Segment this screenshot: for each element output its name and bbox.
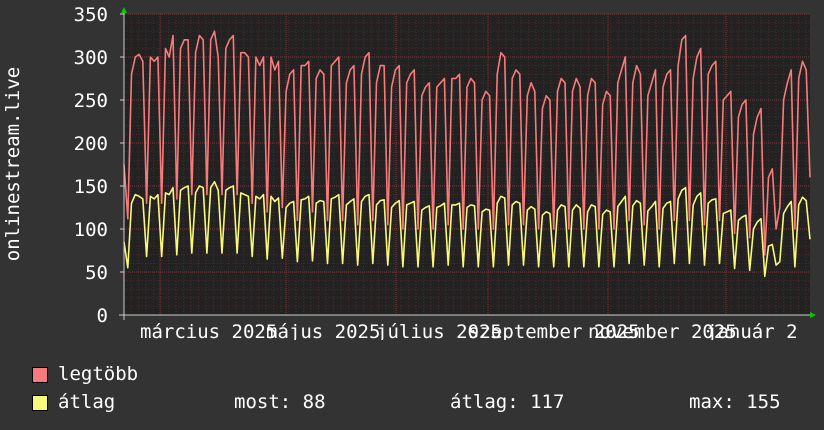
legend-swatch-max <box>32 367 48 383</box>
legend-label-avg: átlag <box>58 391 116 413</box>
legend-swatch-avg <box>32 395 48 411</box>
stat-current: most: 88 <box>234 391 326 413</box>
stat-max: max: 155 <box>689 391 781 413</box>
chart: 0 50 100 150 200 250 300 350 március 2025május … <box>2 4 816 340</box>
plot-area <box>124 14 810 315</box>
y-axis-arrow-icon <box>121 7 127 13</box>
y-tick-label: 150 <box>74 176 108 198</box>
y-tick-label: 300 <box>74 47 108 69</box>
y-tick-label: 350 <box>74 4 108 26</box>
y-tick-label: 250 <box>74 90 108 112</box>
y-axis-label: onlinestream.live <box>2 67 24 261</box>
legend-label-max: legtöbb <box>58 363 139 385</box>
y-ticks: 0 50 100 150 200 250 300 350 <box>74 4 124 327</box>
x-ticks: március 2025május 2025július 2025szeptem… <box>140 321 798 340</box>
y-tick-label: 200 <box>74 133 108 155</box>
x-tick-label: március 2025 <box>140 321 277 340</box>
y-tick-label: 100 <box>74 219 108 241</box>
x-axis-arrow-icon <box>810 312 816 318</box>
x-tick-label: május 2025 <box>266 321 380 340</box>
stat-average: átlag: 117 <box>450 391 565 413</box>
x-tick-label: január 2 <box>706 321 798 340</box>
y-tick-label: 0 <box>97 305 108 327</box>
y-tick-label: 50 <box>85 262 108 284</box>
legend-item-avg: átlag most: 88 átlag: 117 max: 155 <box>32 390 824 414</box>
